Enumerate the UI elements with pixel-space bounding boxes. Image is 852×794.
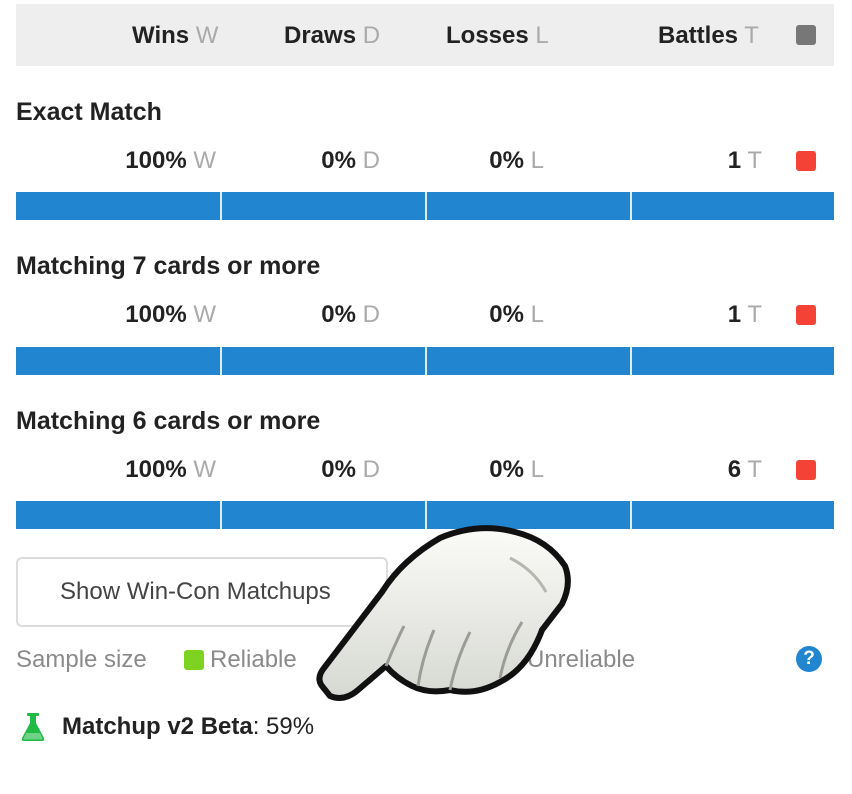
wins-value: 100% W <box>125 456 216 483</box>
bar-divider <box>425 347 427 375</box>
draws-value: 0% D <box>321 301 380 328</box>
wins-header: Wins W <box>132 22 219 49</box>
bar-divider <box>220 192 222 220</box>
wins-value: 100% W <box>125 147 216 174</box>
reliability-indicator <box>796 305 816 325</box>
sample-size-label: Sample size <box>16 646 147 673</box>
section-title: Exact Match <box>16 98 162 126</box>
question-circle-icon[interactable]: ? <box>796 646 822 672</box>
battles-value: 6 T <box>727 456 762 483</box>
bar-divider <box>425 192 427 220</box>
battles-header: Battles T <box>658 22 759 49</box>
losses-value: 0% L <box>489 301 544 328</box>
bar-divider <box>220 347 222 375</box>
reliability-indicator <box>796 460 816 480</box>
draws-value: 0% D <box>321 456 380 483</box>
section-title: Matching 6 cards or more <box>16 407 321 435</box>
win-draw-loss-bar <box>16 192 834 220</box>
bar-divider <box>220 501 222 529</box>
losses-value: 0% L <box>489 147 544 174</box>
pointing-hand-icon <box>316 525 571 701</box>
battles-value: 1 T <box>727 301 762 328</box>
draws-value: 0% D <box>321 147 380 174</box>
section-title: Matching 7 cards or more <box>16 252 321 280</box>
reliability-indicator <box>796 151 816 171</box>
stats-header: Wins W Draws D Losses L Battles T <box>16 4 834 66</box>
bar-divider <box>630 192 632 220</box>
reliable-label: Reliable <box>210 646 297 673</box>
losses-value: 0% L <box>489 456 544 483</box>
flask-icon <box>21 713 45 741</box>
draws-header: Draws D <box>284 22 381 49</box>
bar-divider <box>630 347 632 375</box>
matchup-beta-line: Matchup v2 Beta: 59% <box>62 713 315 740</box>
header-square-indicator <box>796 25 816 45</box>
bar-divider <box>630 501 632 529</box>
win-draw-loss-bar <box>16 347 834 375</box>
battles-value: 1 T <box>727 147 762 174</box>
reliable-swatch <box>184 650 204 670</box>
losses-header: Losses L <box>446 22 549 49</box>
wins-value: 100% W <box>125 301 216 328</box>
